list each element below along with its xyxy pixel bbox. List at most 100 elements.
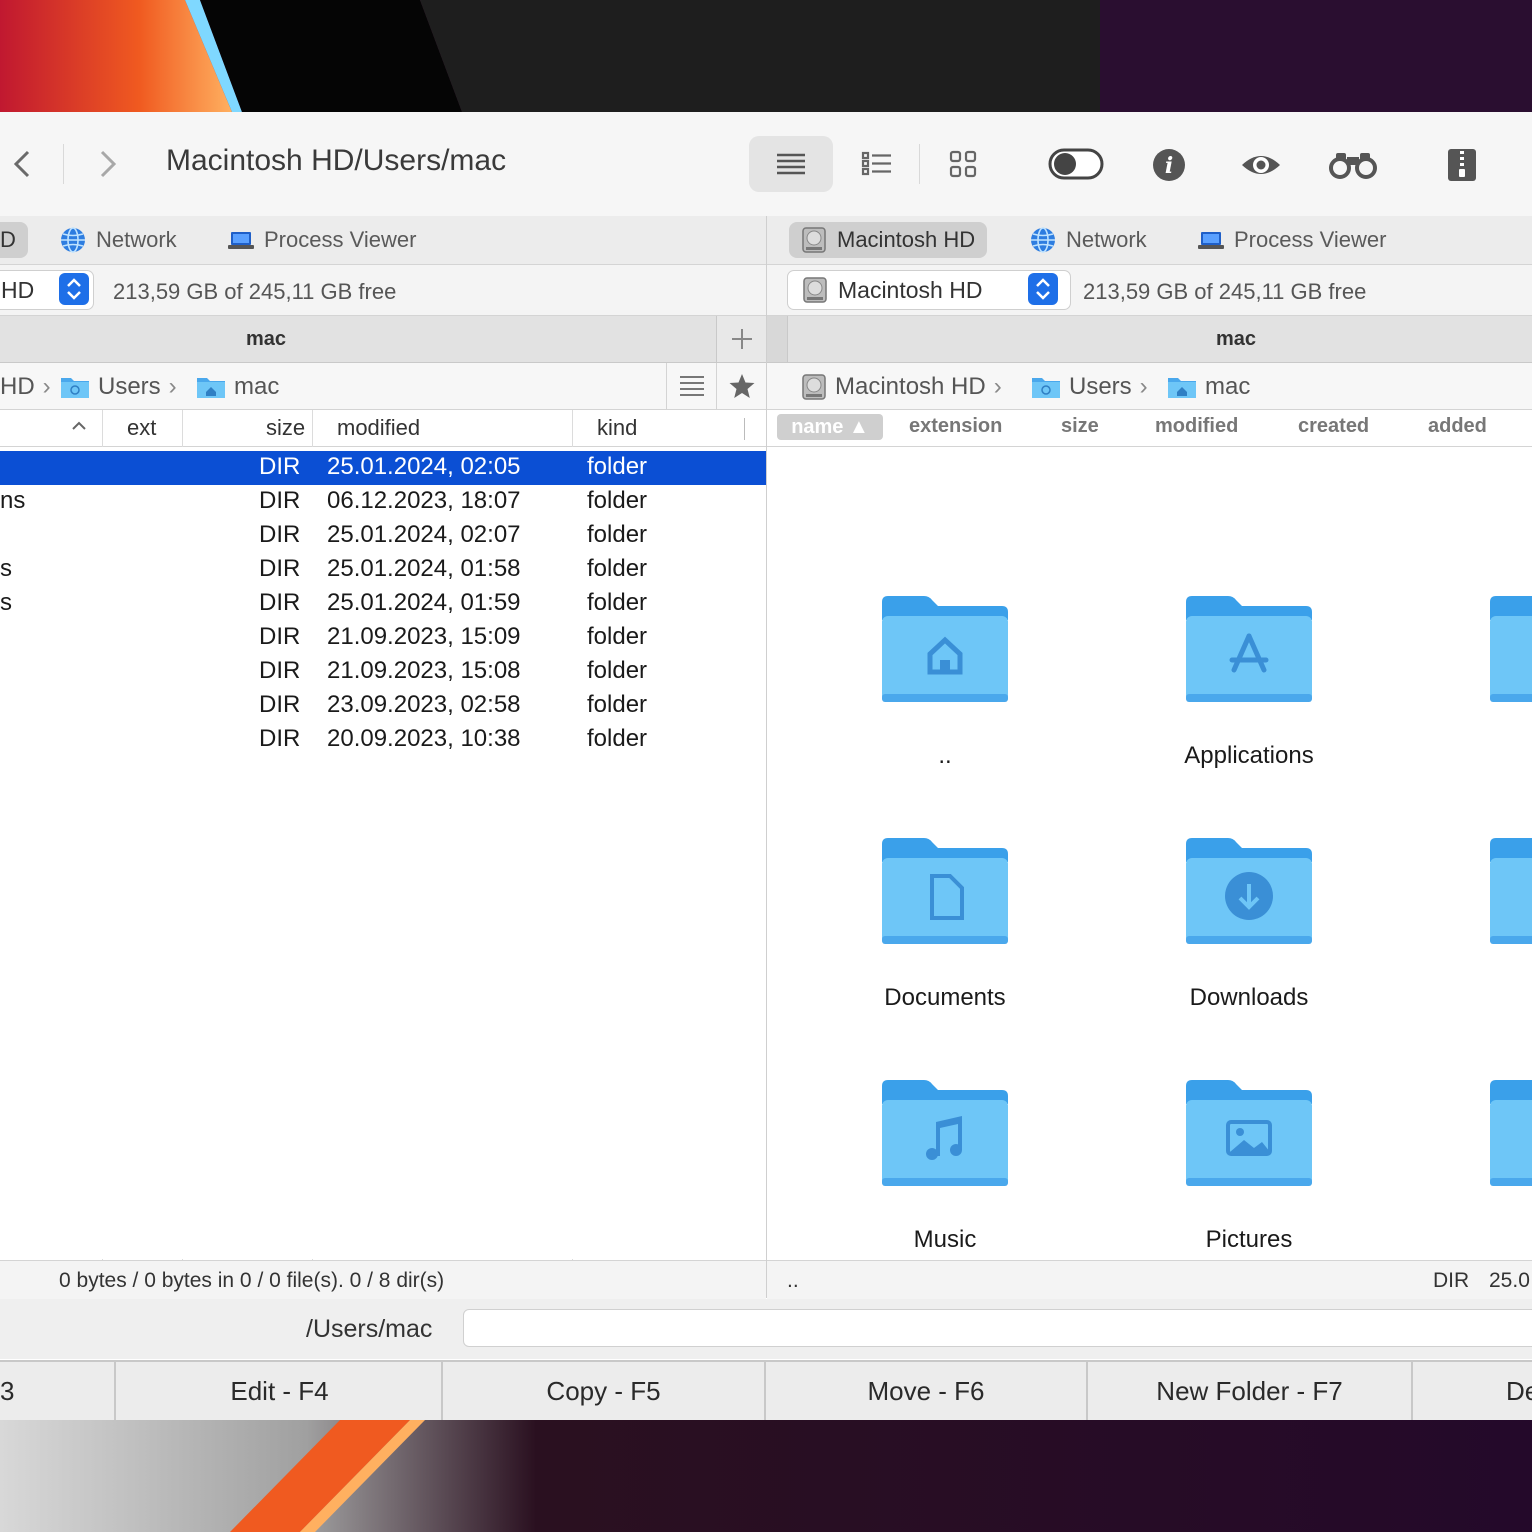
row-modified: 25.01.2024, 01:59 (327, 589, 521, 616)
breadcrumb-item[interactable]: Users › (1031, 373, 1148, 401)
column-created[interactable]: created (1298, 415, 1369, 438)
column-kind[interactable]: kind (597, 415, 637, 441)
drive-selector[interactable]: Macintosh HD (787, 270, 1071, 310)
tab-macintosh-hd[interactable]: D (0, 222, 28, 258)
forward-button[interactable] (90, 144, 126, 184)
right-column-header: name ▲ extension size modified created a… (767, 410, 1532, 447)
hard-drive-icon (802, 374, 826, 400)
new-tab-button[interactable] (716, 316, 767, 363)
app-window: Macintosh HD/Users/mac i D Network Proce… (0, 112, 1532, 1420)
column-size[interactable]: size (1061, 415, 1099, 438)
column-size[interactable]: size (266, 415, 305, 441)
breadcrumb-item[interactable]: mac (196, 373, 279, 401)
table-row[interactable]: DIR 23.09.2023, 02:58 folder (0, 689, 766, 723)
table-row[interactable]: DIR 21.09.2023, 15:08 folder (0, 655, 766, 689)
list-lines-icon (777, 153, 805, 175)
breadcrumb-item[interactable]: mac (1167, 373, 1250, 401)
table-row[interactable]: s DIR 25.01.2024, 01:59 folder (0, 587, 766, 621)
table-row[interactable]: s DIR 25.01.2024, 01:58 folder (0, 553, 766, 587)
folder-item[interactable]: Pictures (1139, 1078, 1359, 1268)
row-size: DIR (259, 657, 301, 684)
tab-label: Macintosh HD (837, 227, 976, 252)
row-kind: folder (587, 725, 648, 752)
column-modified[interactable]: modified (1155, 415, 1238, 438)
laptop-icon (228, 232, 254, 249)
row-size: DIR (259, 623, 301, 650)
new-folder-f7-button[interactable]: New Folder - F7 (1088, 1362, 1413, 1420)
toggle-switch-icon (1048, 148, 1104, 180)
quick-look-button[interactable] (1236, 144, 1286, 186)
tab-macintosh-hd[interactable]: Macintosh HD (789, 222, 988, 258)
row-size: DIR (259, 453, 301, 480)
tab-network[interactable]: Network (48, 222, 189, 258)
table-row[interactable]: DIR 25.01.2024, 02:07 folder (0, 519, 766, 553)
full-view-button[interactable] (846, 136, 908, 192)
folder-item[interactable]: Downloads (1139, 836, 1359, 1026)
move-f6-button[interactable]: Move - F6 (766, 1362, 1088, 1420)
thumbnail-view-button[interactable] (932, 136, 994, 192)
hard-drive-icon (802, 227, 826, 253)
row-modified: 21.09.2023, 15:08 (327, 657, 521, 684)
drive-selector[interactable]: HD (0, 270, 94, 310)
right-status-bar: .. DIR 25.0 (767, 1260, 1532, 1300)
right-drive-bar: Macintosh HD 213,59 GB of 245,11 GB free (767, 265, 1532, 316)
table-row[interactable]: DIR 21.09.2023, 15:09 folder (0, 621, 766, 655)
table-row[interactable]: DIR 20.09.2023, 10:38 folder (0, 723, 766, 757)
brief-view-button[interactable] (749, 136, 833, 192)
delete-f8-button[interactable]: De (1413, 1362, 1532, 1420)
folder-item[interactable]: P (1443, 1078, 1532, 1268)
selection-summary: 0 bytes / 0 bytes in 0 / 0 file(s). 0 / … (59, 1269, 445, 1292)
folder-item[interactable]: M (1443, 836, 1532, 1026)
desktop-folder-icon (1488, 594, 1532, 717)
folder-item[interactable]: .. (835, 594, 1055, 784)
sort-ascending-icon[interactable] (70, 414, 88, 444)
search-button[interactable] (1324, 144, 1382, 186)
chevron-right-icon: › (993, 373, 1002, 400)
applications-folder-icon (1184, 594, 1314, 717)
fkey-label: Edit - F4 (230, 1375, 329, 1406)
tab-process-viewer[interactable]: Process Viewer (1186, 222, 1398, 258)
favorites-button[interactable] (716, 363, 767, 409)
breadcrumb-item[interactable]: HD › (0, 373, 51, 401)
command-line-input[interactable] (463, 1309, 1532, 1347)
archive-button[interactable] (1444, 144, 1480, 186)
table-row[interactable]: DIR 25.01.2024, 02:05 folder (0, 451, 766, 485)
row-size: DIR (259, 725, 301, 752)
breadcrumb-item[interactable]: Macintosh HD › (801, 373, 1002, 401)
tab-process-viewer[interactable]: Process Viewer (216, 222, 428, 258)
edit-f4-button[interactable]: Edit - F4 (118, 1362, 443, 1420)
free-space-label: 213,59 GB of 245,11 GB free (113, 279, 397, 304)
copy-f5-button[interactable]: Copy - F5 (443, 1362, 766, 1420)
pictures-folder-icon (1184, 1078, 1314, 1201)
tab-label: Process Viewer (1234, 227, 1387, 252)
row-modified: 25.01.2024, 02:07 (327, 521, 521, 548)
column-name[interactable]: name ▲ (777, 414, 883, 440)
column-modified[interactable]: modified (337, 415, 420, 441)
column-added[interactable]: added (1428, 415, 1487, 438)
command-line-path: /Users/mac (306, 1315, 433, 1343)
folder-item[interactable]: Applications (1139, 594, 1359, 784)
history-button[interactable] (666, 363, 717, 409)
left-file-list: DIR 25.01.2024, 02:05 folder ns DIR 06.12.202… (0, 447, 766, 1259)
folder-item[interactable]: De (1443, 594, 1532, 784)
breadcrumb-label: mac (234, 373, 280, 400)
table-row[interactable]: ns DIR 06.12.2023, 18:07 folder (0, 485, 766, 519)
folder-label: Music (913, 1226, 977, 1253)
view-f3-button[interactable]: 3 (0, 1362, 116, 1420)
folder-item[interactable]: Documents (835, 836, 1055, 1026)
svg-text:i: i (1165, 153, 1173, 179)
folder-item[interactable]: Music (835, 1078, 1055, 1268)
column-ext[interactable]: ext (127, 415, 156, 441)
hidden-files-toggle[interactable] (1046, 144, 1106, 184)
fkey-label: 3 (0, 1375, 15, 1406)
info-button[interactable]: i (1148, 144, 1190, 186)
breadcrumb-item[interactable]: Users › (60, 373, 177, 401)
fkey-label: Move - F6 (867, 1375, 985, 1406)
back-button[interactable] (4, 144, 40, 184)
row-modified: 21.09.2023, 15:09 (327, 623, 521, 650)
tab-network[interactable]: Network (1018, 222, 1159, 258)
row-kind: folder (587, 589, 648, 616)
column-extension[interactable]: extension (909, 415, 1002, 438)
toolbar: Macintosh HD/Users/mac i (0, 112, 1532, 217)
row-modified: 25.01.2024, 02:05 (327, 453, 521, 480)
